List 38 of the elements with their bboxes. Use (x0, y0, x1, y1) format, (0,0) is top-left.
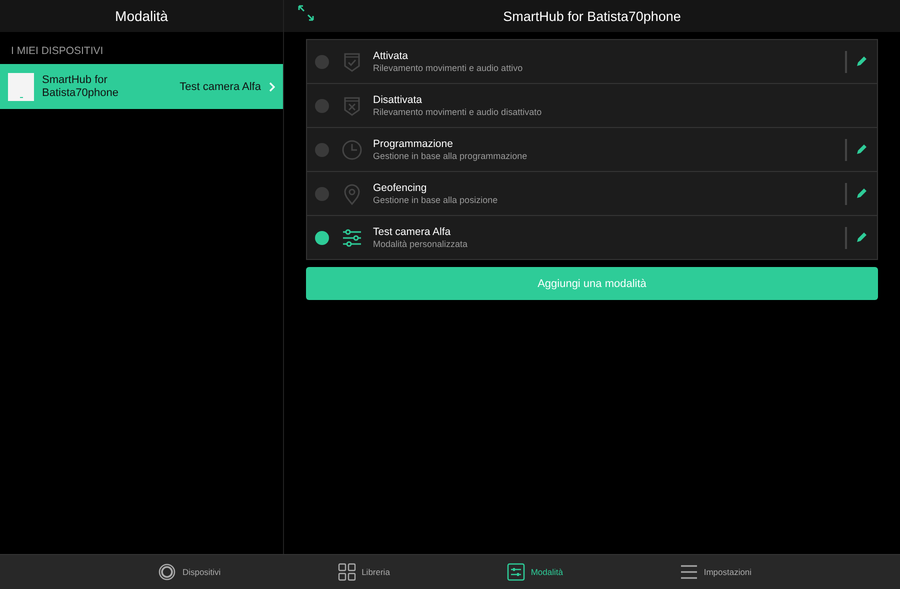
mode-description: Modalità personalizzata (373, 239, 469, 249)
panel-title: Modalità (0, 0, 283, 32)
mode-description: Gestione in base alla posizione (373, 195, 499, 205)
mode-title: Disattivata (373, 94, 424, 106)
mode-description: Gestione in base alla programmazione (373, 151, 528, 161)
grid-icon (338, 563, 356, 581)
radio-button[interactable] (315, 142, 329, 156)
mode-description: Rilevamento movimenti e audio attivo (373, 63, 524, 73)
chevron-icon (269, 82, 275, 92)
radio-button[interactable] (315, 230, 329, 244)
section-header: I MIEI DISPOSITIVI (10, 44, 104, 59)
tab[interactable]: Dispositivi (158, 555, 221, 589)
tab[interactable]: Modalità (506, 555, 563, 589)
menu-icon (680, 563, 698, 581)
tab[interactable]: Impostazioni (680, 555, 752, 589)
mode-description: Rilevamento movimenti e audio disattivato (373, 107, 543, 117)
radio-button[interactable] (315, 186, 329, 200)
device-mode: Test camera Alfa (180, 80, 261, 92)
device-item[interactable]: SmartHub for Batista70phone Test camera Alfa (0, 64, 283, 109)
expand-icon[interactable] (298, 5, 314, 21)
mode-title: Programmazione (373, 138, 454, 150)
pencil-icon[interactable] (855, 55, 868, 68)
mode-title: Attivata (373, 50, 410, 62)
panel-title: SmartHub for Batista70phone (503, 8, 681, 24)
radio-button[interactable] (315, 98, 329, 112)
pencil-icon[interactable] (855, 187, 868, 200)
tab[interactable]: Libreria (338, 555, 390, 589)
circle-icon (158, 563, 176, 581)
pencil-icon[interactable] (855, 143, 868, 156)
sliders-icon (341, 226, 363, 248)
sliders-icon (506, 563, 525, 581)
radio-button[interactable] (315, 54, 329, 68)
hub-icon (8, 72, 34, 100)
mode-title: Test camera Alfa (373, 226, 452, 238)
clock-icon (341, 138, 363, 160)
device-name: SmartHub for Batista70phone (42, 74, 120, 100)
pencil-icon[interactable] (855, 231, 868, 244)
mode-title: Geofencing (373, 182, 428, 194)
